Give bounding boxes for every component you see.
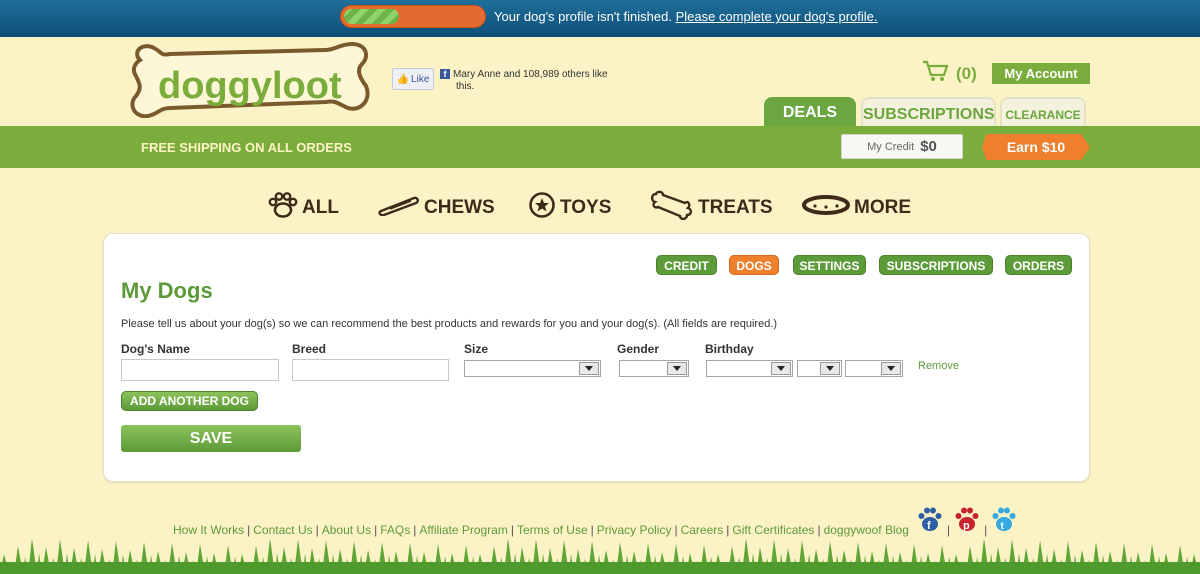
footer-separator: |: [817, 523, 821, 537]
cart-link[interactable]: (0): [922, 60, 977, 87]
account-tab-credit[interactable]: CREDIT: [656, 255, 717, 275]
facebook-icon[interactable]: f: [918, 507, 942, 538]
account-tab-orders[interactable]: ORDERS: [1005, 255, 1072, 275]
fb-social-line1: Mary Anne and 108,989 others like: [453, 69, 608, 80]
intro-text: Please tell us about your dog(s) so we c…: [121, 318, 778, 330]
size-label: Size: [464, 342, 489, 356]
footer-separator: |: [374, 523, 378, 537]
birthday-label: Birthday: [705, 342, 754, 356]
dog-name-label: Dog's Name: [121, 342, 190, 356]
my-account-button[interactable]: My Account: [992, 63, 1090, 84]
footer-separator: |: [413, 523, 417, 537]
paw-icon: [268, 192, 298, 224]
gender-label: Gender: [617, 342, 660, 356]
footer-link[interactable]: How It Works: [173, 523, 244, 537]
pinterest-icon[interactable]: p: [955, 507, 979, 538]
footer-link[interactable]: About Us: [322, 523, 371, 537]
tab-clearance[interactable]: CLEARANCE: [1000, 97, 1086, 127]
cart-count: (0): [956, 63, 977, 83]
logo-wordmark: doggyloot: [158, 65, 342, 107]
footer-link[interactable]: FAQs: [380, 523, 410, 537]
category-chews[interactable]: CHEWS: [378, 192, 495, 224]
account-tab-dogs[interactable]: DOGS: [729, 255, 779, 275]
chevron-down-icon: [771, 362, 791, 375]
birthday-day-select[interactable]: [797, 360, 842, 377]
footer-link[interactable]: doggywoof Blog: [824, 523, 909, 537]
size-select[interactable]: [464, 360, 601, 377]
chevron-down-icon: [820, 362, 840, 375]
twitter-icon[interactable]: t: [992, 507, 1016, 538]
chevron-down-icon: [881, 362, 901, 375]
footer-link[interactable]: Contact Us: [253, 523, 312, 537]
bone-icon: [650, 190, 694, 226]
fb-social-text: f Mary Anne and 108,989 others like this.: [440, 69, 615, 93]
footer-link[interactable]: Privacy Policy: [597, 523, 672, 537]
birthday-month-select[interactable]: [706, 360, 793, 377]
footer-separator: |: [315, 523, 319, 537]
thumbs-up-icon: 👍: [396, 73, 410, 85]
account-tab-subscriptions[interactable]: SUBSCRIPTIONS: [879, 255, 993, 275]
banner-message-text: Your dog's profile isn't finished.: [494, 9, 672, 24]
footer-link[interactable]: Affiliate Program: [419, 523, 507, 537]
account-tab-settings[interactable]: SETTINGS: [793, 255, 866, 275]
fb-like-button[interactable]: 👍 Like: [392, 68, 434, 90]
progress-fill: [344, 9, 399, 24]
profile-progress-bar: [340, 5, 486, 28]
category-toys[interactable]: TOYS: [528, 192, 611, 224]
my-credit-value: $0: [920, 138, 937, 155]
footer-link[interactable]: Careers: [681, 523, 724, 537]
fb-social-line2: this.: [456, 81, 475, 92]
footer-separator: |: [510, 523, 514, 537]
birthday-year-select[interactable]: [845, 360, 903, 377]
footer-separator: |: [726, 523, 730, 537]
page-title: My Dogs: [121, 278, 213, 303]
footer-separator: |: [247, 523, 251, 537]
facebook-icon: f: [440, 69, 450, 79]
earn-10-button[interactable]: Earn $10: [982, 134, 1090, 160]
tab-deals[interactable]: DEALS: [764, 97, 856, 127]
doggyloot-logo[interactable]: doggyloot: [130, 41, 372, 119]
chew-stick-icon: [378, 194, 420, 222]
social-separator: |: [947, 522, 951, 537]
save-button[interactable]: SAVE: [121, 425, 301, 452]
svg-text:p: p: [963, 520, 970, 532]
grass-base: [0, 562, 1200, 574]
breed-label: Breed: [292, 342, 327, 356]
svg-text:f: f: [927, 520, 931, 532]
category-more-label: MORE: [854, 197, 911, 218]
category-treats-label: TREATS: [698, 197, 773, 218]
free-shipping-text: FREE SHIPPING ON ALL ORDERS: [141, 140, 352, 155]
footer-separator: |: [674, 523, 678, 537]
footer-separator: |: [590, 523, 594, 537]
fb-like-label: Like: [411, 73, 430, 85]
category-toys-label: TOYS: [560, 197, 612, 218]
tab-subscriptions[interactable]: SUBSCRIPTIONS: [861, 97, 996, 127]
my-credit-label: My Credit: [867, 140, 915, 153]
category-more[interactable]: MORE: [802, 192, 911, 224]
category-all-label: ALL: [302, 197, 339, 218]
banner-message: Your dog's profile isn't finished. Pleas…: [494, 9, 878, 24]
category-chews-label: CHEWS: [424, 197, 495, 218]
category-treats[interactable]: TREATS: [650, 190, 773, 226]
add-another-dog-button[interactable]: ADD ANOTHER DOG: [121, 391, 258, 411]
grass-decoration: [0, 538, 1200, 574]
gender-select[interactable]: [619, 360, 689, 377]
collar-icon: [802, 194, 850, 222]
ball-icon: [528, 191, 556, 225]
footer-links: How It Works | Contact Us | About Us | FAQs | Af…: [173, 523, 909, 537]
footer-link[interactable]: Terms of Use: [517, 523, 588, 537]
dog-name-input[interactable]: [121, 359, 279, 381]
chevron-down-icon: [667, 362, 687, 375]
category-all[interactable]: ALL: [268, 192, 339, 224]
my-credit-button[interactable]: My Credit $0: [841, 134, 963, 159]
footer-link[interactable]: Gift Certificates: [732, 523, 814, 537]
social-separator: |: [984, 522, 988, 537]
remove-dog-link[interactable]: Remove: [918, 360, 959, 372]
breed-input[interactable]: [292, 359, 449, 381]
complete-profile-link[interactable]: Please complete your dog's profile.: [676, 9, 878, 24]
cart-icon: [922, 60, 950, 87]
social-links: f | p | t: [918, 507, 1016, 538]
chevron-down-icon: [579, 362, 599, 375]
